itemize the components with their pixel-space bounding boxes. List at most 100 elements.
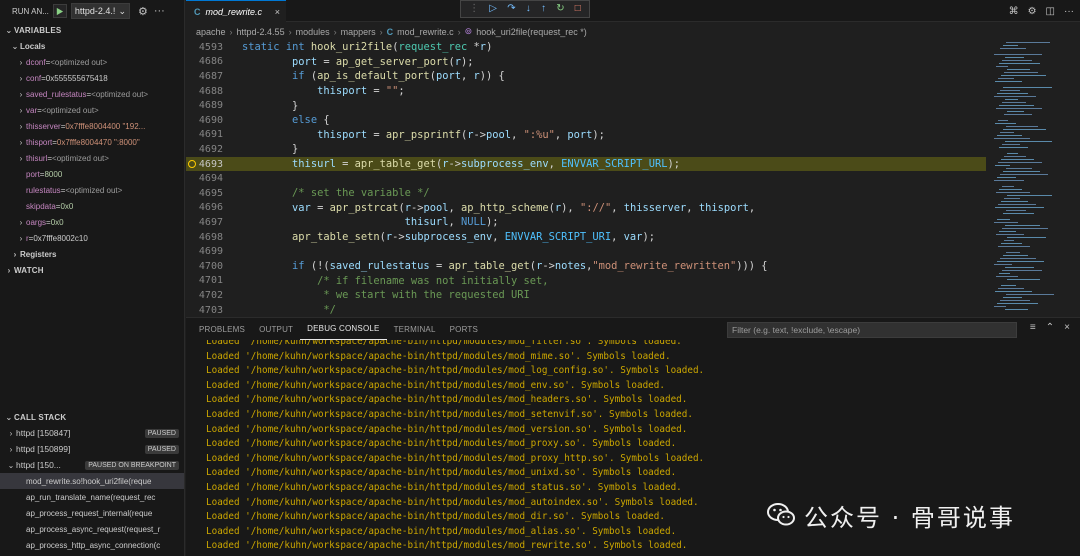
start-debugging-button[interactable] — [52, 4, 67, 18]
breadcrumb-item[interactable]: mod_rewrite.c — [397, 27, 454, 37]
breadcrumb-item[interactable]: hook_uri2file(request_rec *) — [476, 27, 587, 37]
code-line[interactable]: 4688 thisport = ""; — [186, 84, 986, 99]
code-line[interactable]: 4697 thisurl, NULL); — [186, 215, 986, 230]
line-number: 4691 — [198, 129, 223, 141]
code-line[interactable]: 4699 — [186, 244, 986, 259]
minimap-line — [999, 273, 1010, 274]
locals-scope[interactable]: ⌄ Locals — [0, 38, 184, 54]
gear-icon[interactable]: ⚙ — [1028, 6, 1037, 17]
variable-value: 0x555555675418 — [45, 73, 108, 83]
chevron-right-icon: › — [379, 26, 383, 37]
tab-mod-rewrite[interactable]: C mod_rewrite.c × — [186, 0, 286, 22]
minimap-line — [997, 261, 1044, 262]
code-line[interactable]: 4695 /* set the variable */ — [186, 186, 986, 201]
variable-row[interactable]: › thisurl = <optimized out> — [0, 150, 184, 166]
step-out-icon[interactable]: ↑ — [541, 4, 546, 14]
continue-icon[interactable]: ▷ — [489, 4, 497, 14]
clear-console-icon[interactable]: ≡ — [1030, 322, 1036, 333]
call-stack-thread[interactable]: › httpd [150899] PAUSED — [0, 441, 184, 457]
variable-row[interactable]: port = 8000 — [0, 166, 184, 182]
code-text: */ — [242, 304, 336, 316]
call-stack-thread[interactable]: › httpd [150847] PAUSED — [0, 425, 184, 441]
code-line[interactable]: 4687 if (ap_is_default_port(port, r)) { — [186, 69, 986, 84]
code-line[interactable]: 4686 port = ap_get_server_port(r); — [186, 55, 986, 70]
breadcrumb-item[interactable]: mappers — [341, 27, 376, 37]
tab-problems[interactable]: PROBLEMS — [192, 318, 252, 340]
variable-row[interactable]: skipdata = 0x0 — [0, 198, 184, 214]
split-editor-icon[interactable]: ◫ — [1046, 6, 1055, 17]
breadcrumb-item[interactable]: httpd-2.4.55 — [237, 27, 285, 37]
maximize-panel-icon[interactable]: ⌃ — [1046, 322, 1054, 333]
line-number: 4692 — [198, 143, 223, 155]
code-line[interactable]: 4698 apr_table_setn(r->subprocess_env, E… — [186, 230, 986, 245]
minimap-line — [1003, 297, 1022, 298]
line-number: 4702 — [198, 289, 223, 301]
minimap-line — [1001, 201, 1028, 202]
registers-scope[interactable]: › Registers — [0, 246, 184, 262]
code-line[interactable]: 4690 else { — [186, 113, 986, 128]
code-line[interactable]: 4702 * we start with the requested URI — [186, 288, 986, 303]
minimap[interactable] — [990, 40, 1070, 316]
chevron-down-icon: ⌄ — [7, 460, 15, 470]
stack-frame[interactable]: ap_process_async_request(request_r — [0, 521, 184, 537]
variables-section-header[interactable]: ⌄ VARIABLES — [0, 22, 184, 38]
drag-handle-icon[interactable]: ⋮ — [469, 4, 479, 14]
code-line[interactable]: 4696 var = apr_pstrcat(r->pool, ap_http_… — [186, 201, 986, 216]
variable-row[interactable]: › var = <optimized out> — [0, 102, 184, 118]
stack-frame[interactable]: ap_process_request_internal(reque — [0, 505, 184, 521]
console-line: Loaded '/home/kuhn/workspace/apache-bin/… — [206, 379, 665, 391]
variable-row[interactable]: rulestatus = <optimized out> — [0, 182, 184, 198]
stack-frame[interactable]: mod_rewrite.so!hook_uri2file(reque — [0, 473, 184, 489]
chevron-down-icon: ⌄ — [5, 412, 13, 422]
stack-frame[interactable]: ap_run_translate_name(request_rec — [0, 489, 184, 505]
code-line[interactable]: 4701 /* if filename was not initially se… — [186, 274, 986, 289]
close-panel-icon[interactable]: × — [1064, 322, 1070, 333]
call-stack-thread[interactable]: ⌄ httpd [150... PAUSED ON BREAKPOINT — [0, 457, 184, 473]
launch-config-select[interactable]: httpd-2.4.! ⌄ — [70, 3, 130, 19]
gear-icon[interactable]: ⚙ — [138, 5, 148, 18]
watch-section-header[interactable]: › WATCH — [0, 262, 184, 278]
editor-scrollbar[interactable] — [1071, 40, 1080, 316]
more-actions-icon[interactable]: ··· — [1064, 6, 1074, 17]
breadcrumb-item[interactable]: apache — [196, 27, 226, 37]
variable-row[interactable]: › thisport = 0x7fffe8004470 ":8000" — [0, 134, 184, 150]
step-into-icon[interactable]: ↓ — [526, 4, 531, 14]
status-badge: PAUSED — [144, 428, 179, 438]
code-line[interactable]: 4703 */ — [186, 303, 986, 316]
code-text: } — [242, 99, 299, 112]
more-actions-icon[interactable]: ··· — [154, 5, 165, 18]
close-icon[interactable]: × — [275, 7, 280, 17]
code-line[interactable]: 4694 — [186, 171, 986, 186]
breadcrumb-item[interactable]: modules — [296, 27, 330, 37]
code-line[interactable]: 4689 } — [186, 98, 986, 113]
restart-icon[interactable]: ↻ — [556, 4, 564, 14]
code-editor[interactable]: 4593 static int hook_uri2file(request_rec… — [186, 40, 986, 316]
stack-frame[interactable]: ap_process_http_async_connection(c — [0, 537, 184, 553]
code-line[interactable]: 4691 thisport = apr_psprintf(r->pool, ":… — [186, 128, 986, 143]
breakpoint-icon[interactable] — [188, 159, 196, 168]
variable-row[interactable]: › oargs = 0x0 — [0, 214, 184, 230]
code-line[interactable]: 4692 } — [186, 142, 986, 157]
console-filter-input[interactable]: Filter (e.g. text, !exclude, \escape) — [727, 322, 1017, 338]
variable-row[interactable]: › saved_rulestatus = <optimized out> — [0, 86, 184, 102]
step-over-icon[interactable]: ↷ — [507, 4, 515, 14]
stop-icon[interactable]: □ — [575, 4, 581, 14]
code-line[interactable]: 4700 if (!(saved_rulestatus = apr_table_… — [186, 259, 986, 274]
call-stack-header[interactable]: ⌄ CALL STACK — [0, 409, 184, 425]
chevron-right-icon: › — [19, 105, 23, 115]
variable-row[interactable]: › dconf = <optimized out> — [0, 54, 184, 70]
tab-output[interactable]: OUTPUT — [252, 318, 300, 340]
tab-terminal[interactable]: TERMINAL — [387, 318, 443, 340]
tab-debug-console[interactable]: DEBUG CONSOLE — [300, 318, 387, 340]
debug-run-icon[interactable]: ⌘ — [1009, 6, 1019, 17]
chevron-right-icon: › — [13, 249, 17, 259]
code-line[interactable]: 4693 thisurl = apr_table_get(r->subproce… — [186, 156, 986, 172]
chevron-right-icon: › — [19, 121, 23, 131]
sticky-scroll-line[interactable]: 4593 static int hook_uri2file(request_rec… — [186, 40, 986, 55]
variable-name: oargs — [26, 217, 47, 227]
tab-ports[interactable]: PORTS — [443, 318, 485, 340]
variable-row[interactable]: › thisserver = 0x7fffe8004400 "192... — [0, 118, 184, 134]
variable-row[interactable]: › conf = 0x555555675418 — [0, 70, 184, 86]
console-line: Loaded '/home/kuhn/workspace/apache-bin/… — [206, 540, 688, 552]
variable-row[interactable]: › r = 0x7fffe8002c10 — [0, 230, 184, 246]
